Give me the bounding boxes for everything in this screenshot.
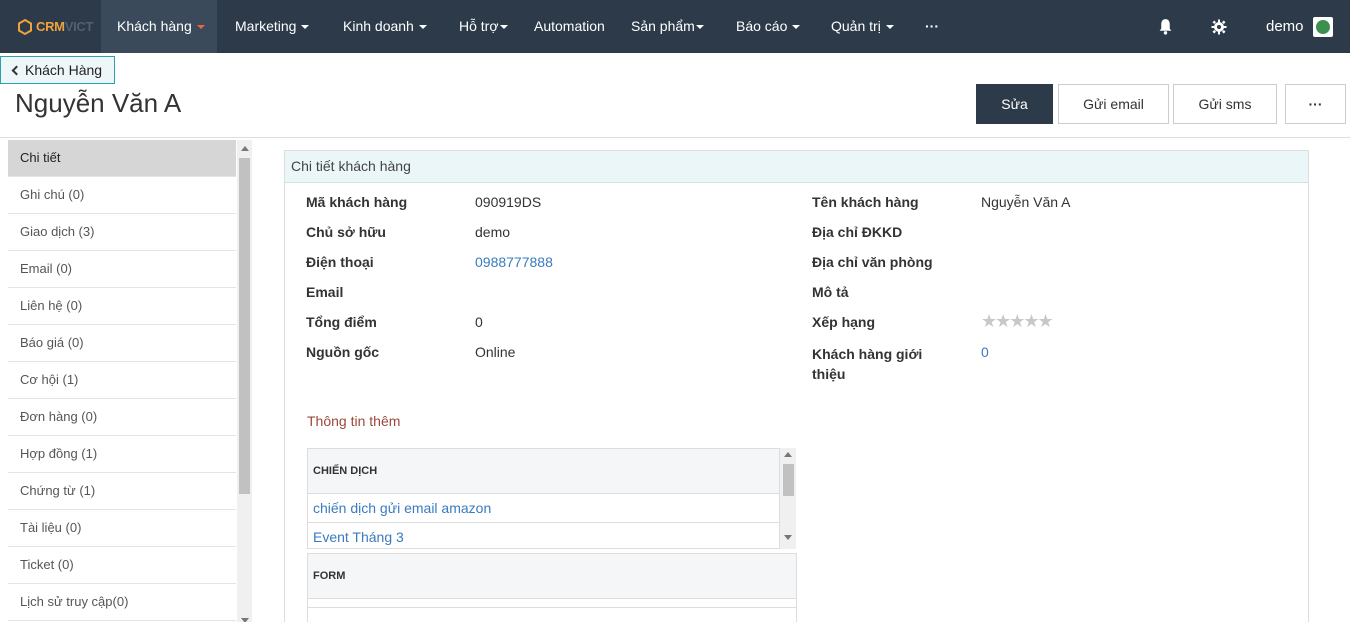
customer-name-value: Nguyễn Văn A: [981, 194, 1071, 210]
sidebar-item-co-hoi[interactable]: Cơ hội (1): [8, 362, 236, 399]
chevron-down-icon: [499, 25, 508, 30]
nav-automation[interactable]: Automation: [534, 0, 605, 53]
nav-kinh-doanh[interactable]: Kinh doanh: [343, 0, 427, 53]
form-table: FORM: [307, 553, 797, 622]
field-label: Email: [306, 284, 344, 300]
sidebar-item-tai-lieu[interactable]: Tài liệu (0): [8, 510, 236, 547]
table-row: [308, 599, 796, 608]
field-label: Điện thoại: [306, 254, 374, 270]
sidebar-item-lich-su-truy-cap[interactable]: Lịch sử truy cập(0): [8, 584, 236, 621]
panel-heading: Chi tiết khách hàng: [285, 151, 1308, 183]
total-points-value: 0: [475, 314, 483, 330]
username: demo: [1266, 18, 1304, 35]
user-menu[interactable]: demo: [1266, 0, 1333, 53]
source-value: Online: [475, 344, 516, 360]
form-header: FORM: [308, 554, 796, 599]
avatar: [1312, 16, 1333, 37]
nav-khach-hang[interactable]: Khách hàng: [101, 0, 217, 53]
referral-count-link[interactable]: 0: [981, 344, 989, 360]
sidebar-item-giao-dich[interactable]: Giao dịch (3): [8, 214, 236, 251]
nav-label: Kinh doanh: [343, 18, 414, 34]
table-row[interactable]: Event Tháng 3: [308, 523, 779, 552]
nav-label: Khách hàng: [117, 18, 192, 34]
send-email-button[interactable]: Gửi email: [1058, 84, 1169, 124]
field-label: Địa chỉ văn phòng: [812, 254, 933, 270]
edit-button[interactable]: Sửa: [976, 84, 1053, 124]
field-label: Khách hàng giới thiệu: [812, 346, 923, 382]
nav-label: Sản phẩm: [631, 18, 695, 34]
chevron-down-icon: [196, 25, 205, 30]
chevron-down-icon: [792, 25, 801, 30]
sidebar: Chi tiết Ghi chú (0) Giao dịch (3) Email…: [8, 140, 236, 622]
field-label: Tên khách hàng: [812, 194, 919, 210]
sidebar-item-lien-he[interactable]: Liên hệ (0): [8, 288, 236, 325]
sidebar-item-bao-gia[interactable]: Báo giá (0): [8, 325, 236, 362]
sidebar-item-email[interactable]: Email (0): [8, 251, 236, 288]
field-label: Mã khách hàng: [306, 194, 408, 210]
send-sms-button[interactable]: Gửi sms: [1173, 84, 1277, 124]
sidebar-item-ghi-chu[interactable]: Ghi chú (0): [8, 177, 236, 214]
sidebar-scrollbar[interactable]: [237, 140, 252, 622]
scrollbar-thumb[interactable]: [783, 464, 794, 496]
back-button[interactable]: Khách Hàng: [0, 56, 115, 84]
scrollbar-thumb[interactable]: [239, 158, 250, 494]
customer-code-value: 090919DS: [475, 194, 542, 210]
chevron-down-icon: [695, 25, 704, 30]
table-row[interactable]: chiến dịch gửi email amazon: [308, 494, 779, 523]
field-label: Địa chỉ ĐKKD: [812, 224, 903, 240]
settings-button[interactable]: [1211, 0, 1227, 53]
scroll-up-icon[interactable]: [784, 452, 792, 457]
rating-stars[interactable]: ★★★★★: [981, 311, 1054, 332]
chevron-down-icon: [418, 25, 427, 30]
nav-ho-tro[interactable]: Hỗ trợ: [459, 0, 508, 53]
nav-label: Báo cáo: [736, 18, 788, 34]
logo-icon: [18, 18, 32, 35]
campaign-scrollbar[interactable]: [780, 448, 796, 549]
top-navbar: CRM VICT Khách hàng Marketing Kinh doanh …: [0, 0, 1350, 53]
chevron-down-icon: [301, 25, 310, 30]
logo-text-b: VICT: [64, 19, 94, 34]
sidebar-item-don-hang[interactable]: Đơn hàng (0): [8, 399, 236, 436]
customer-detail-panel: Chi tiết khách hàng Mã khách hàng 090919…: [284, 150, 1309, 622]
field-label: Mô tả: [812, 284, 849, 300]
notifications-button[interactable]: [1157, 0, 1174, 53]
field-label: Tổng điểm: [306, 314, 377, 330]
chevron-down-icon: [885, 25, 894, 30]
back-label: Khách Hàng: [25, 62, 103, 78]
extra-info-title: Thông tin thêm: [307, 413, 401, 429]
header-divider: [0, 137, 1350, 138]
field-label: Xếp hạng: [812, 314, 876, 330]
nav-label: Quản trị: [831, 18, 881, 34]
phone-link[interactable]: 0988777888: [475, 254, 553, 270]
scroll-down-icon[interactable]: [784, 535, 792, 540]
scroll-up-icon[interactable]: [241, 146, 249, 151]
nav-more[interactable]: ···: [925, 0, 939, 53]
chevron-left-icon: [11, 65, 22, 76]
sidebar-item-hop-dong[interactable]: Hợp đồng (1): [8, 436, 236, 473]
nav-marketing[interactable]: Marketing: [235, 0, 310, 53]
sidebar-item-chi-tiet[interactable]: Chi tiết: [8, 140, 236, 177]
nav-label: Automation: [534, 18, 605, 34]
logo[interactable]: CRM VICT: [0, 0, 101, 53]
page-title: Nguyễn Văn A: [15, 88, 182, 118]
nav-label: Hỗ trợ: [459, 18, 499, 34]
nav-quan-tri[interactable]: Quản trị: [831, 0, 894, 53]
bell-icon: [1159, 19, 1172, 35]
logo-text-a: CRM: [36, 19, 65, 34]
sidebar-item-chung-tu[interactable]: Chứng từ (1): [8, 473, 236, 510]
nav-san-pham[interactable]: Sản phẩm: [631, 0, 704, 53]
campaign-header: CHIẾN DỊCH: [308, 449, 779, 494]
field-label: Chủ sở hữu: [306, 224, 386, 240]
gear-icon: [1211, 19, 1227, 34]
field-label: Nguồn gốc: [306, 344, 380, 360]
more-actions-button[interactable]: ···: [1285, 84, 1346, 124]
more-icon: ···: [925, 18, 939, 34]
nav-label: Marketing: [235, 18, 297, 34]
nav-bao-cao[interactable]: Báo cáo: [736, 0, 801, 53]
campaign-table: CHIẾN DỊCH chiến dịch gửi email amazon E…: [307, 448, 780, 549]
scroll-down-icon[interactable]: [241, 618, 249, 622]
sidebar-item-ticket[interactable]: Ticket (0): [8, 547, 236, 584]
owner-value: demo: [475, 224, 511, 240]
